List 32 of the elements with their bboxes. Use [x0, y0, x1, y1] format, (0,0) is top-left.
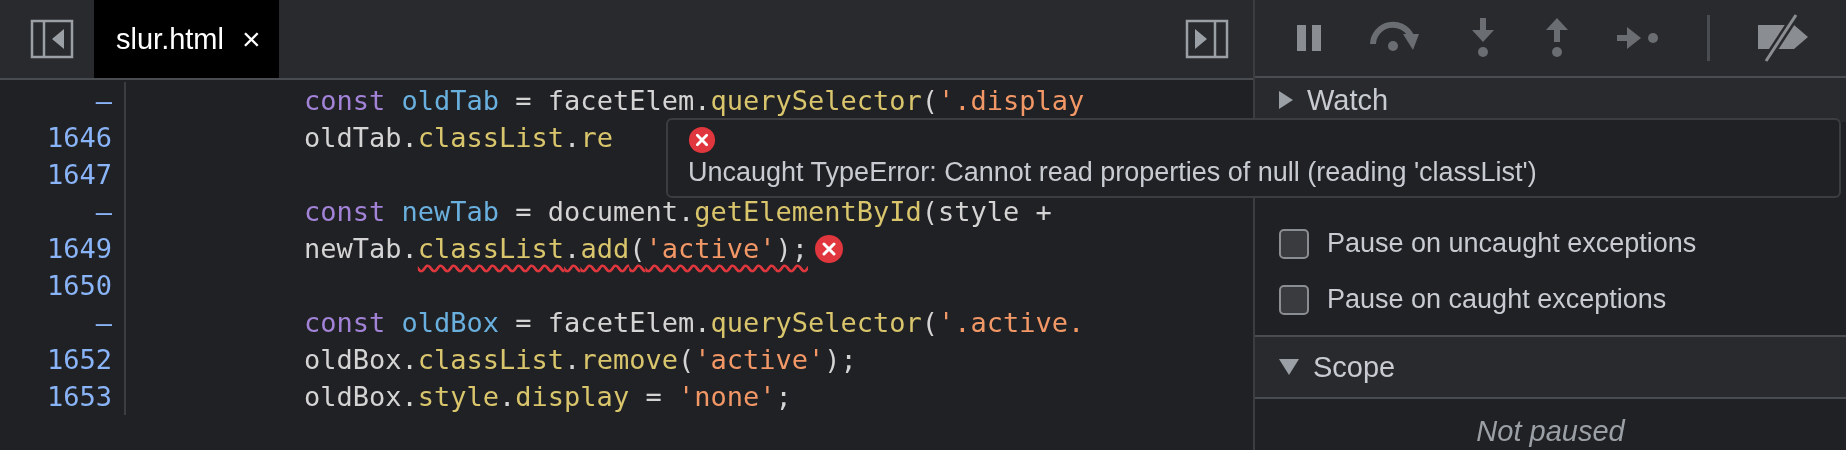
step-out-icon[interactable] — [1543, 18, 1571, 58]
error-icon — [688, 126, 716, 154]
deactivate-breakpoints-icon[interactable] — [1756, 13, 1810, 63]
code-line: const newTab = document.getElementById(style + — [304, 196, 1052, 227]
code-line: oldBox.classList.remove('active'); — [304, 344, 857, 375]
file-tab[interactable]: slur.html × — [94, 0, 279, 78]
line-number: 1649 — [0, 230, 126, 267]
step-into-icon[interactable] — [1469, 18, 1497, 58]
line-number: 1646 — [0, 119, 126, 156]
line-number: 1650 — [0, 267, 126, 304]
code-line: oldTab.classList.re — [304, 122, 613, 153]
line-number: 1653 — [0, 378, 126, 415]
code-line: const oldTab = facetElem.querySelector('.display — [304, 85, 1085, 116]
checkbox[interactable] — [1279, 284, 1309, 315]
code-line: newTab.classList.add('active'); — [304, 233, 808, 264]
line-number: 1652 — [0, 341, 126, 378]
sidebar-toggle-icon[interactable] — [30, 19, 74, 59]
error-message: Uncaught TypeError: Cannot read properties of null (reading 'classList') — [688, 156, 1538, 188]
code-line: oldBox.style.display = 'none'; — [304, 381, 792, 412]
line-number: – — [0, 304, 126, 341]
status-text: Not paused — [1476, 415, 1625, 447]
close-button[interactable]: × — [242, 20, 261, 58]
step-icon[interactable] — [1617, 25, 1661, 51]
debugger-toggle-icon[interactable] — [1185, 19, 1229, 59]
line-number: – — [0, 193, 126, 230]
checkbox-label: Pause on caught exceptions — [1327, 284, 1667, 315]
checkbox-label: Pause on uncaught exceptions — [1327, 228, 1697, 259]
pause-icon[interactable] — [1295, 23, 1323, 53]
checkbox[interactable] — [1279, 228, 1309, 259]
code-line: const oldBox = facetElem.querySelector('.active. — [304, 307, 1085, 338]
line-number: 1647 — [0, 156, 126, 193]
line-number: – — [0, 82, 126, 119]
